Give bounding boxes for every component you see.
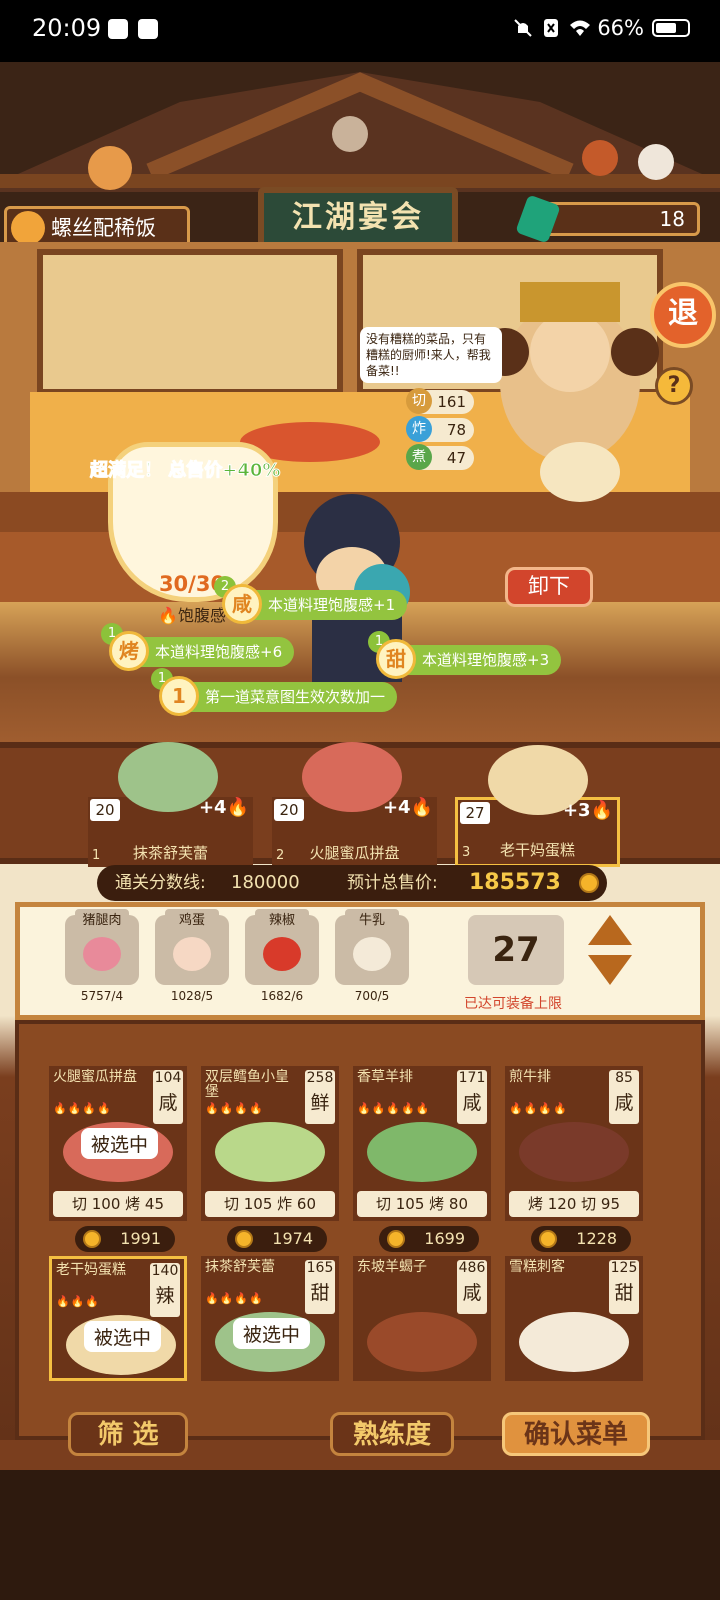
selected-dish-2[interactable]: 20 +4🔥 2 火腿蜜瓜拼盘 (272, 742, 437, 867)
recipe-card[interactable]: 老干妈蛋糕 🔥🔥🔥 140 辣 被选中 (49, 1256, 187, 1381)
pork-icon (83, 937, 121, 971)
chili-icon (263, 937, 301, 971)
floor (0, 1470, 720, 1600)
egg-icon (173, 937, 211, 971)
exit-button[interactable]: 退 (650, 282, 716, 348)
arrow-up-icon[interactable] (588, 915, 632, 945)
selected-dish-3[interactable]: 27 +3🔥 3 老干妈蛋糕 (455, 745, 620, 867)
coin-icon (83, 1230, 101, 1248)
recipe-cabinet: 火腿蜜瓜拼盘 🔥🔥🔥🔥 104 咸 被选中 切 100 烤 45 双层鳕鱼小皇堡 … (15, 1020, 705, 1440)
ingredient-item[interactable]: 鸡蛋 1028/5 (155, 909, 229, 1003)
effect-first-dish: 1 1 第一道菜意图生效次数加一 (151, 668, 398, 716)
battery-icon (652, 19, 690, 37)
recipe-price: 1228 (531, 1226, 631, 1252)
recipe-card[interactable]: 火腿蜜瓜拼盘 🔥🔥🔥🔥 104 咸 被选中 切 100 烤 45 (49, 1066, 187, 1221)
capacity-count: 27 (468, 915, 564, 985)
notification-icon (138, 19, 158, 39)
coin-icon (539, 1230, 557, 1248)
recipe-card[interactable]: 抹茶舒芙蕾 🔥🔥🔥🔥 165 甜 被选中 (201, 1256, 339, 1381)
ingredient-item[interactable]: 牛乳 700/5 (335, 909, 409, 1003)
selected-dish-1[interactable]: 20 +4🔥 1 抹茶舒芙蕾 (88, 742, 253, 867)
recipe-card[interactable]: 东坡羊蝎子 486 咸 (353, 1256, 491, 1381)
total-price: 185573 (469, 870, 561, 895)
capacity-note: 已达可装备上限 (464, 996, 562, 1012)
mute-icon (513, 18, 533, 38)
current-dish-name: 螺丝配稀饭 (51, 216, 156, 240)
selected-badge: 被选中 (233, 1318, 311, 1349)
dish-image (367, 1122, 477, 1182)
remove-button[interactable]: 卸下 (505, 567, 593, 607)
recipe-card[interactable]: 煎牛排 🔥🔥🔥🔥 85 咸 烤 120 切 95 (505, 1066, 643, 1221)
effect-sweet: 1 甜 本道料理饱腹感+3 (368, 631, 562, 679)
ingredient-item[interactable]: 猪腿肉 5757/4 (65, 909, 139, 1003)
coin-icon (235, 1230, 253, 1248)
satisfaction-text: 超满足！ 总售价+40% (89, 460, 281, 482)
selected-badge: 被选中 (81, 1128, 159, 1159)
confirm-menu-button[interactable]: 确认菜单 (502, 1412, 650, 1456)
recipe-price: 1974 (227, 1226, 327, 1252)
help-button[interactable]: ? (655, 367, 693, 405)
milk-icon (353, 937, 391, 971)
coin-icon (579, 873, 599, 893)
gem-count: 18 (659, 207, 685, 231)
proficiency-button[interactable]: 熟练度 (330, 1412, 454, 1456)
filter-button[interactable]: 筛 选 (68, 1412, 188, 1456)
score-bar: 通关分数线: 180000 预计总售价: 185573 (97, 865, 607, 901)
restaurant-sign: 江湖宴会 (258, 187, 458, 249)
customer-speech-bubble: 没有糟糕的菜品，只有糟糕的厨师!来人，帮我备菜!! (360, 327, 502, 383)
gem-counter: 18 (515, 194, 700, 244)
recipe-card[interactable]: 香草羊排 🔥🔥🔥🔥🔥 171 咸 切 105 烤 80 (353, 1066, 491, 1221)
notification-icon (108, 19, 128, 39)
dish-image (367, 1312, 477, 1372)
ingredients-panel: 猪腿肉 5757/4 鸡蛋 1028/5 辣椒 1682/6 牛乳 700/5 … (15, 902, 705, 1020)
dish-image (215, 1122, 325, 1182)
recipe-price: 1699 (379, 1226, 479, 1252)
recipe-card[interactable]: 双层鳕鱼小皇堡 🔥🔥🔥🔥 258 鲜 切 105 炸 60 (201, 1066, 339, 1221)
score-threshold: 180000 (231, 872, 300, 893)
recipe-price: 1991 (75, 1226, 175, 1252)
arrow-down-icon[interactable] (588, 955, 632, 985)
effect-salty: 2 咸 本道料理饱腹感+1 (214, 576, 408, 624)
sim-icon (541, 18, 561, 38)
selected-badge: 被选中 (84, 1321, 162, 1352)
chef-icon (11, 211, 45, 245)
wifi-icon (569, 18, 591, 38)
battery-percent: 66% (597, 16, 644, 40)
recipe-card[interactable]: 雪糕刺客 125 甜 (505, 1256, 643, 1381)
requirement-fry: 炸 78 (406, 416, 474, 442)
game-scene: 江湖宴会 螺丝配稀饭 18 没有糟糕的菜品，只有糟糕的厨师!来人，帮我备菜!! … (0, 62, 720, 1600)
dish-image (519, 1122, 629, 1182)
ingredient-item[interactable]: 辣椒 1682/6 (245, 909, 319, 1003)
dish-image (519, 1312, 629, 1372)
status-bar: 20:09 66% (0, 0, 720, 62)
requirement-cut: 切 161 (406, 388, 474, 414)
customer-requirements: 切 161 炸 78 煮 47 (406, 388, 474, 474)
effect-roast: 1 烤 本道料理饱腹感+6 (101, 623, 295, 671)
status-time: 20:09 (32, 14, 102, 42)
coin-icon (387, 1230, 405, 1248)
requirement-boil: 煮 47 (406, 444, 474, 470)
